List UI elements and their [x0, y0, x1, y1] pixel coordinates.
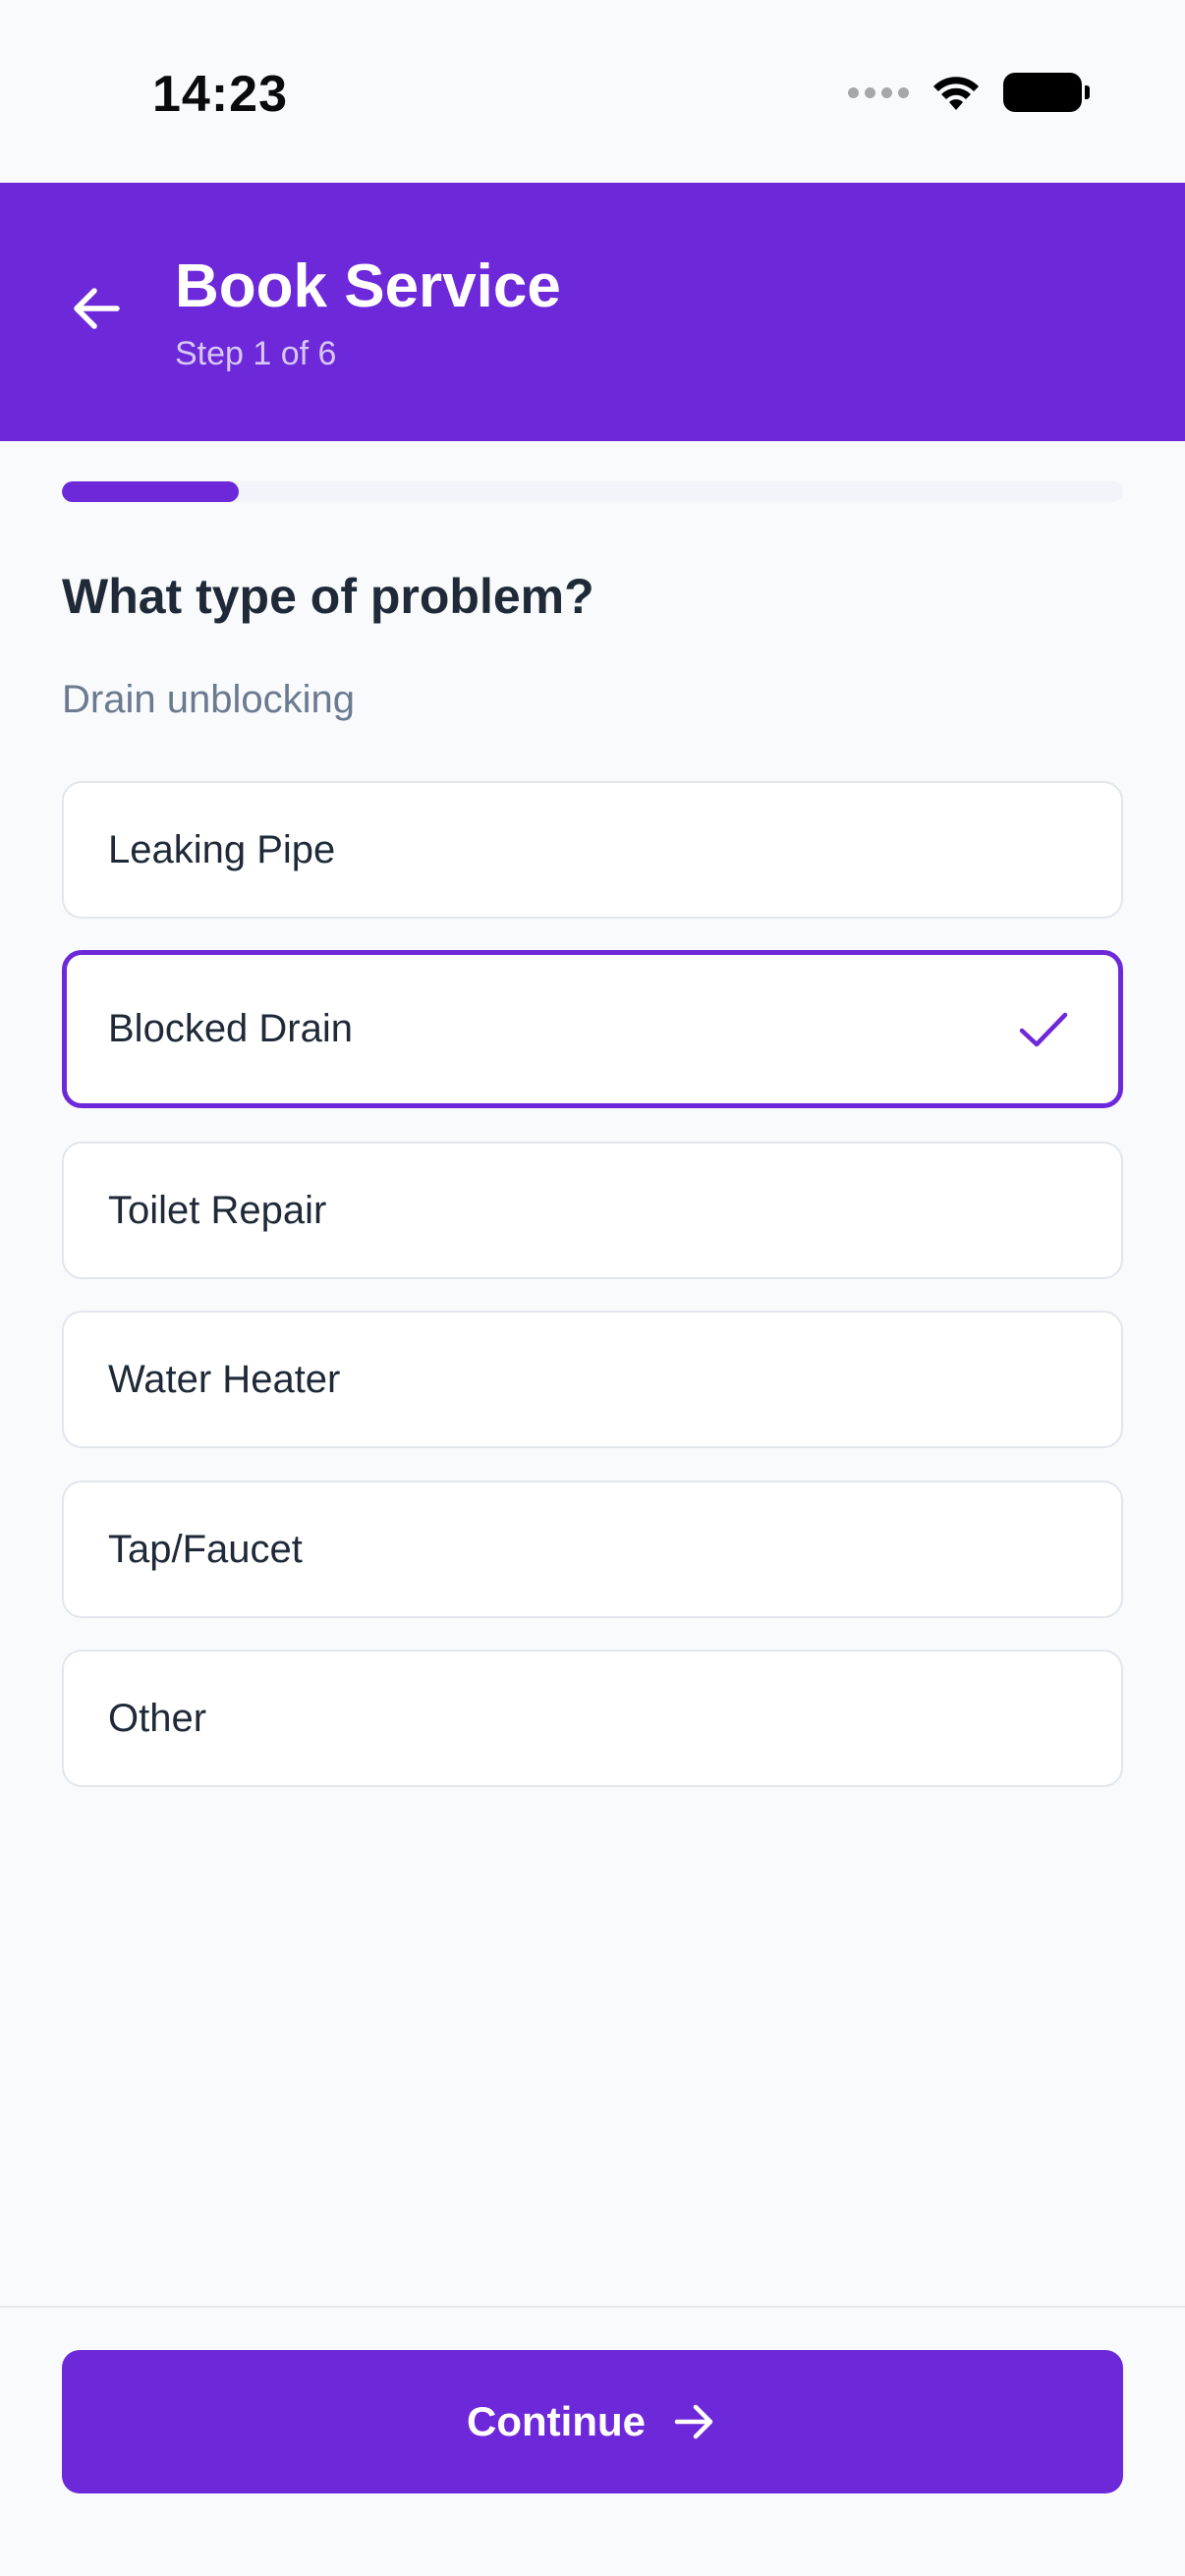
option-label: Leaking Pipe	[108, 827, 336, 871]
progress-fill	[62, 481, 240, 502]
arrow-right-icon	[674, 2404, 713, 2439]
cellular-signal-icon	[848, 86, 909, 98]
option-leaking-pipe[interactable]: Leaking Pipe	[62, 781, 1123, 919]
wifi-icon	[933, 77, 979, 110]
option-label: Tap/Faucet	[108, 1527, 303, 1571]
continue-button[interactable]: Continue	[62, 2350, 1123, 2493]
arrow-left-icon	[74, 288, 120, 329]
option-label: Other	[108, 1696, 207, 1740]
option-toilet-repair[interactable]: Toilet Repair	[62, 1142, 1123, 1279]
page-title: Book Service	[175, 252, 561, 320]
status-icons	[848, 73, 1090, 112]
option-label: Toilet Repair	[108, 1188, 327, 1232]
option-label: Water Heater	[108, 1357, 341, 1401]
option-tap-faucet[interactable]: Tap/Faucet	[62, 1481, 1123, 1618]
header: Book Service Step 1 of 6	[0, 183, 1185, 441]
option-water-heater[interactable]: Water Heater	[62, 1311, 1123, 1448]
continue-label: Continue	[467, 2398, 646, 2444]
question-hint: Drain unblocking	[62, 678, 355, 721]
option-other[interactable]: Other	[62, 1650, 1123, 1787]
back-button[interactable]	[61, 273, 132, 344]
check-icon	[1019, 1012, 1068, 1046]
step-indicator: Step 1 of 6	[175, 335, 337, 372]
question-title: What type of problem?	[62, 569, 594, 624]
option-label: Blocked Drain	[108, 1007, 354, 1050]
status-bar: 14:23	[0, 0, 1185, 183]
option-blocked-drain[interactable]: Blocked Drain	[62, 950, 1123, 1108]
progress-bar	[62, 481, 1123, 502]
battery-icon	[1003, 73, 1090, 112]
status-time: 14:23	[152, 66, 288, 123]
footer-divider	[0, 2306, 1185, 2308]
